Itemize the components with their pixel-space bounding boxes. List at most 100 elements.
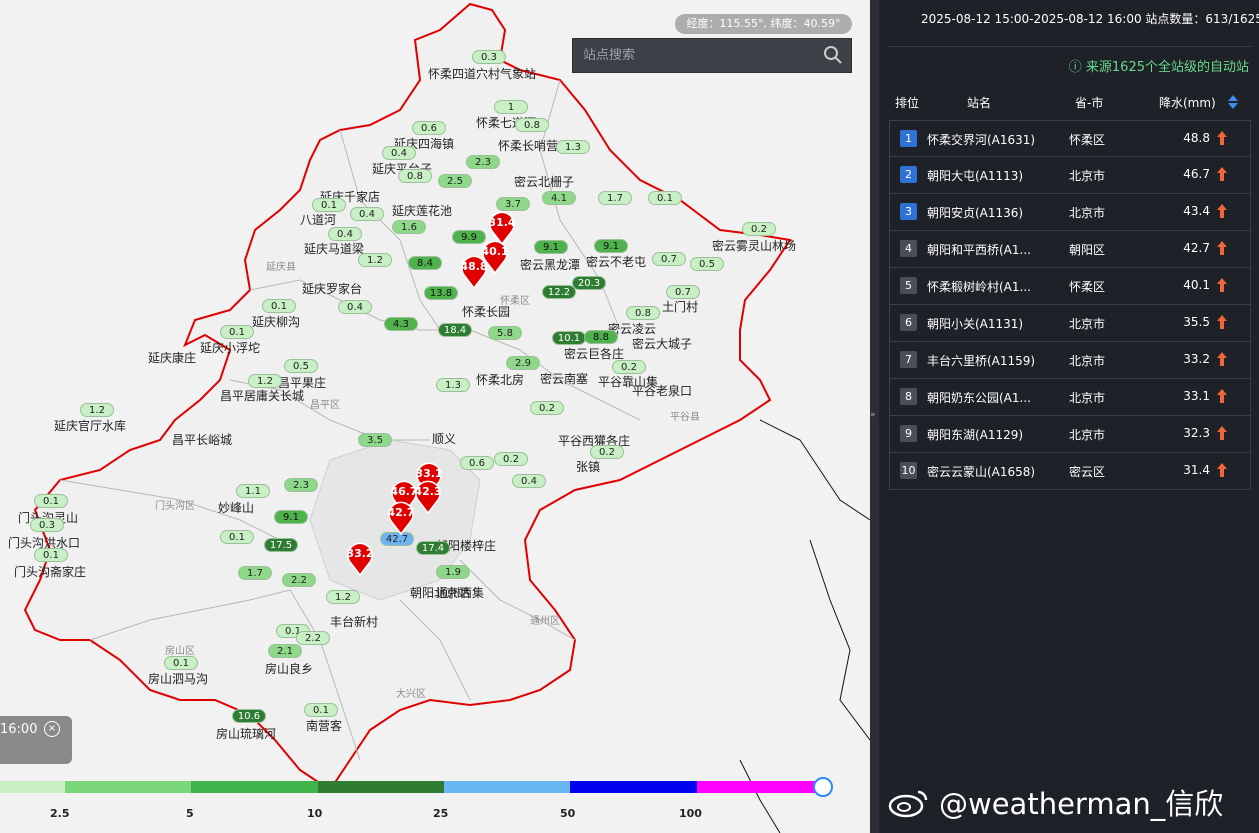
rain-value[interactable]: 1.2 bbox=[80, 403, 114, 417]
rain-value[interactable]: 0.7 bbox=[652, 252, 686, 266]
station-label[interactable]: 密云不老屯 bbox=[586, 253, 646, 270]
rain-value[interactable]: 2.3 bbox=[466, 155, 500, 169]
rain-value[interactable]: 20.3 bbox=[572, 276, 606, 290]
station-label[interactable]: 密云巨各庄 bbox=[564, 345, 624, 362]
table-row[interactable]: 8 朝阳奶东公园(A1... 北京市 33.1 bbox=[889, 379, 1251, 416]
max-rain-marker[interactable]: 33.2 bbox=[346, 542, 374, 577]
rain-value[interactable]: 0.4 bbox=[382, 146, 416, 160]
rain-value[interactable]: 17.4 bbox=[416, 541, 450, 555]
table-row[interactable]: 2 朝阳大屯(A1113) 北京市 46.7 bbox=[889, 157, 1251, 194]
rain-value[interactable]: 1.6 bbox=[392, 220, 426, 234]
rain-value[interactable]: 13.8 bbox=[424, 286, 458, 300]
station-label[interactable]: 延庆康庄 bbox=[148, 349, 196, 366]
rain-value[interactable]: 18.4 bbox=[438, 323, 472, 337]
rain-value[interactable]: 9.1 bbox=[274, 510, 308, 524]
rain-value[interactable]: 3.5 bbox=[358, 433, 392, 447]
panel-collapse-handle[interactable]: » bbox=[870, 0, 879, 833]
rain-value[interactable]: 2.3 bbox=[284, 478, 318, 492]
station-label[interactable]: 妙峰山 bbox=[218, 499, 254, 516]
station-label[interactable]: 怀柔长园 bbox=[462, 303, 510, 320]
rain-value[interactable]: 1.7 bbox=[598, 191, 632, 205]
rain-value[interactable]: 0.5 bbox=[284, 359, 318, 373]
rain-value[interactable]: 0.1 bbox=[312, 198, 346, 212]
station-name[interactable]: 怀柔交界河(A1631) bbox=[927, 131, 1047, 148]
legend-slider-handle[interactable] bbox=[813, 777, 833, 797]
rain-value[interactable]: 0.1 bbox=[304, 703, 338, 717]
station-search[interactable] bbox=[572, 38, 852, 73]
rain-value[interactable]: 0.8 bbox=[398, 169, 432, 183]
rain-value[interactable]: 0.2 bbox=[530, 401, 564, 415]
rain-value[interactable]: 1 bbox=[494, 100, 528, 114]
col-rain[interactable]: 降水(mm) bbox=[1159, 94, 1216, 111]
rain-value[interactable]: 4.1 bbox=[542, 191, 576, 205]
rain-value[interactable]: 0.6 bbox=[460, 456, 494, 470]
rain-value[interactable]: 0.1 bbox=[262, 299, 296, 313]
rain-value[interactable]: 9.1 bbox=[534, 240, 568, 254]
map-area[interactable]: 经度：115.55°, 纬度：40.59° 延庆县 怀柔区 昌平区 平谷县 门头… bbox=[0, 0, 870, 833]
station-label[interactable]: 顺义 bbox=[432, 430, 456, 447]
rain-value[interactable]: 1.7 bbox=[238, 566, 272, 580]
rain-value[interactable]: 4.3 bbox=[384, 317, 418, 331]
rain-value[interactable]: 1.2 bbox=[326, 590, 360, 604]
rain-value[interactable]: 0.8 bbox=[515, 118, 549, 132]
sort-icon[interactable] bbox=[1227, 94, 1239, 110]
station-name[interactable]: 丰台六里桥(A1159) bbox=[927, 352, 1047, 369]
rain-value[interactable]: 0.1 bbox=[220, 325, 254, 339]
table-row[interactable]: 3 朝阳安贞(A1136) 北京市 43.4 bbox=[889, 194, 1251, 231]
station-name[interactable]: 朝阳大屯(A1113) bbox=[927, 167, 1047, 184]
rain-value[interactable]: 0.1 bbox=[648, 191, 682, 205]
rain-value[interactable]: 0.1 bbox=[34, 494, 68, 508]
station-label[interactable]: 怀柔北房 bbox=[476, 371, 524, 388]
station-label[interactable]: 南营客 bbox=[306, 717, 342, 734]
rain-value[interactable]: 10.1 bbox=[552, 331, 586, 345]
station-label[interactable]: 昌平长峪城 bbox=[172, 431, 232, 448]
rain-value[interactable]: 0.6 bbox=[412, 121, 446, 135]
max-rain-marker[interactable]: 48.8 bbox=[460, 255, 488, 290]
rain-value[interactable]: 2.5 bbox=[438, 174, 472, 188]
station-name[interactable]: 朝阳安贞(A1136) bbox=[927, 204, 1047, 221]
rain-value[interactable]: 0.4 bbox=[328, 227, 362, 241]
close-icon[interactable]: × bbox=[44, 721, 60, 737]
station-label[interactable]: 密云大城子 bbox=[632, 335, 692, 352]
rain-value[interactable]: 0.4 bbox=[338, 300, 372, 314]
rain-value[interactable]: 8.8 bbox=[584, 330, 618, 344]
rain-value[interactable]: 10.6 bbox=[232, 709, 266, 723]
rain-value[interactable]: 1.2 bbox=[358, 253, 392, 267]
rain-value[interactable]: 0.1 bbox=[220, 530, 254, 544]
station-label[interactable]: 房山琉璃河 bbox=[216, 725, 276, 742]
station-label[interactable]: 怀柔四道穴村气象站 bbox=[428, 65, 536, 82]
station-label[interactable]: 密云北栅子 bbox=[514, 173, 574, 190]
rain-value[interactable]: 2.1 bbox=[268, 644, 302, 658]
max-rain-marker[interactable]: 42.7 bbox=[387, 501, 415, 536]
station-label[interactable]: 房山良乡 bbox=[265, 660, 313, 677]
rain-value[interactable]: 1.9 bbox=[436, 565, 470, 579]
table-row[interactable]: 9 朝阳东湖(A1129) 北京市 32.3 bbox=[889, 416, 1251, 453]
station-label[interactable]: 土门村 bbox=[662, 298, 698, 315]
rain-value[interactable]: 12.2 bbox=[542, 285, 576, 299]
rain-value[interactable]: 2.2 bbox=[282, 573, 316, 587]
station-label[interactable]: 延庆官厅水库 bbox=[54, 417, 126, 434]
station-name[interactable]: 朝阳奶东公园(A1... bbox=[927, 389, 1047, 406]
station-label[interactable]: 延庆马道梁 bbox=[304, 240, 364, 257]
rain-value[interactable]: 1.2 bbox=[248, 374, 282, 388]
station-label[interactable]: 密云黑龙潭 bbox=[520, 256, 580, 273]
station-label[interactable]: 延庆罗家台 bbox=[302, 280, 362, 297]
rain-value[interactable]: 0.7 bbox=[666, 285, 700, 299]
rain-value[interactable]: 0.1 bbox=[164, 656, 198, 670]
station-label[interactable]: 通州西集 bbox=[436, 584, 484, 601]
station-name[interactable]: 朝阳东湖(A1129) bbox=[927, 426, 1047, 443]
rain-value[interactable]: 8.4 bbox=[408, 256, 442, 270]
rain-value[interactable]: 0.4 bbox=[512, 474, 546, 488]
station-label[interactable]: 八道河 bbox=[300, 211, 336, 228]
max-rain-marker[interactable]: 42.3 bbox=[414, 480, 442, 515]
station-label[interactable]: 昌平果庄 bbox=[278, 374, 326, 391]
chevron-right-icon[interactable]: » bbox=[870, 410, 876, 420]
rain-value[interactable]: 0.1 bbox=[34, 548, 68, 562]
table-row[interactable]: 5 怀柔椴树岭村(A1... 怀柔区 40.1 bbox=[889, 268, 1251, 305]
table-row[interactable]: 4 朝阳和平西桥(A1... 朝阳区 42.7 bbox=[889, 231, 1251, 268]
rain-value[interactable]: 0.3 bbox=[472, 50, 506, 64]
rain-value[interactable]: 3.7 bbox=[496, 197, 530, 211]
station-label[interactable]: 密云雾灵山林场 bbox=[712, 237, 796, 254]
rain-value[interactable]: 0.3 bbox=[30, 518, 64, 532]
rain-value[interactable]: 1.1 bbox=[236, 484, 270, 498]
